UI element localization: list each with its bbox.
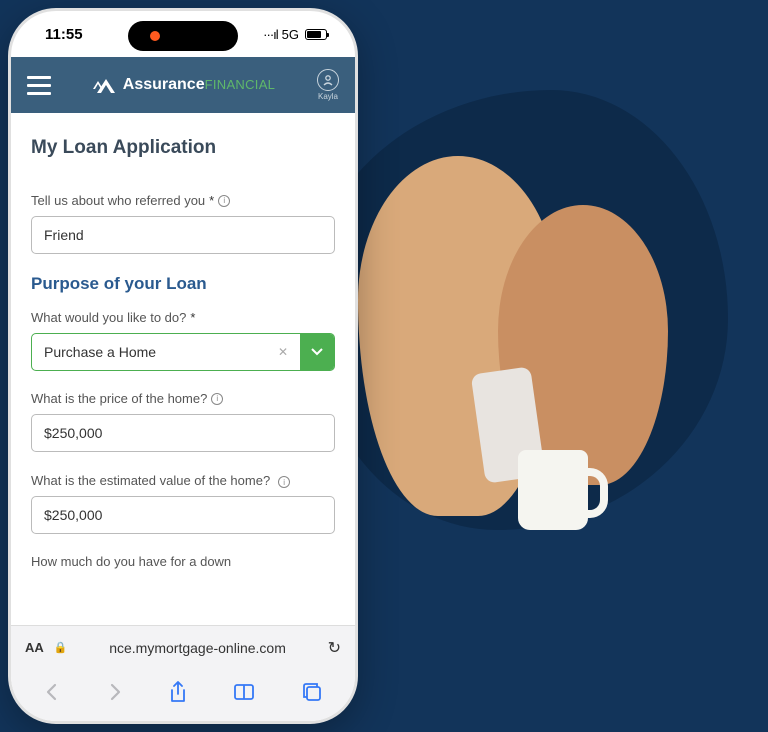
page-title: My Loan Application — [31, 137, 335, 159]
house-icon — [93, 75, 119, 95]
network-label: 5G — [282, 27, 299, 42]
brand-primary: Assurance — [123, 76, 205, 93]
brand-logo[interactable]: AssuranceFINANCIAL — [65, 75, 303, 95]
user-menu[interactable]: Kayla — [317, 69, 339, 101]
section-title: Purpose of your Loan — [31, 274, 335, 294]
info-icon[interactable]: i — [211, 393, 223, 405]
referral-label: Tell us about who referred you * i — [31, 193, 335, 208]
est-value-label: What is the estimated value of the home?… — [31, 472, 335, 488]
back-button[interactable] — [44, 683, 60, 701]
referral-input[interactable] — [31, 216, 335, 254]
purpose-label: What would you like to do? * — [31, 310, 335, 325]
share-icon[interactable] — [169, 681, 187, 703]
lock-icon: 🔒 — [54, 641, 68, 654]
dynamic-island — [128, 21, 238, 51]
user-name: Kayla — [318, 92, 338, 101]
battery-icon — [305, 29, 327, 40]
price-label: What is the price of the home? i — [31, 391, 335, 406]
info-icon[interactable]: i — [218, 195, 230, 207]
chevron-down-icon[interactable] — [300, 334, 334, 370]
couple-photo — [328, 150, 708, 590]
browser-url-bar[interactable]: AA 🔒 nce.mymortgage-online.com ↻ — [11, 625, 355, 669]
clear-icon[interactable]: ✕ — [278, 345, 288, 359]
app-header: AssuranceFINANCIAL Kayla — [11, 57, 355, 113]
bookmarks-icon[interactable] — [233, 683, 255, 701]
signal-icon: ···ıl — [263, 27, 278, 42]
reload-icon[interactable]: ↻ — [328, 638, 341, 658]
phone-frame: 11:55 ···ıl 5G AssuranceFINANCIAL Kayla … — [8, 8, 358, 724]
status-time: 11:55 — [45, 26, 83, 43]
forward-button[interactable] — [107, 683, 123, 701]
menu-icon[interactable] — [27, 76, 51, 95]
info-icon[interactable]: i — [278, 476, 290, 488]
url-text: nce.mymortgage-online.com — [77, 640, 317, 656]
purpose-select[interactable]: Purchase a Home ✕ — [31, 333, 335, 371]
brand-secondary: FINANCIAL — [205, 77, 276, 92]
tabs-icon[interactable] — [302, 682, 322, 702]
form-content: My Loan Application Tell us about who re… — [11, 113, 355, 603]
user-icon — [317, 69, 339, 91]
price-input[interactable] — [31, 414, 335, 452]
browser-toolbar — [11, 669, 355, 721]
status-bar: 11:55 ···ıl 5G — [11, 11, 355, 57]
purpose-value: Purchase a Home — [44, 344, 156, 360]
down-payment-label: How much do you have for a down — [31, 554, 335, 569]
text-size-button[interactable]: AA — [25, 640, 44, 655]
est-value-input[interactable] — [31, 496, 335, 534]
